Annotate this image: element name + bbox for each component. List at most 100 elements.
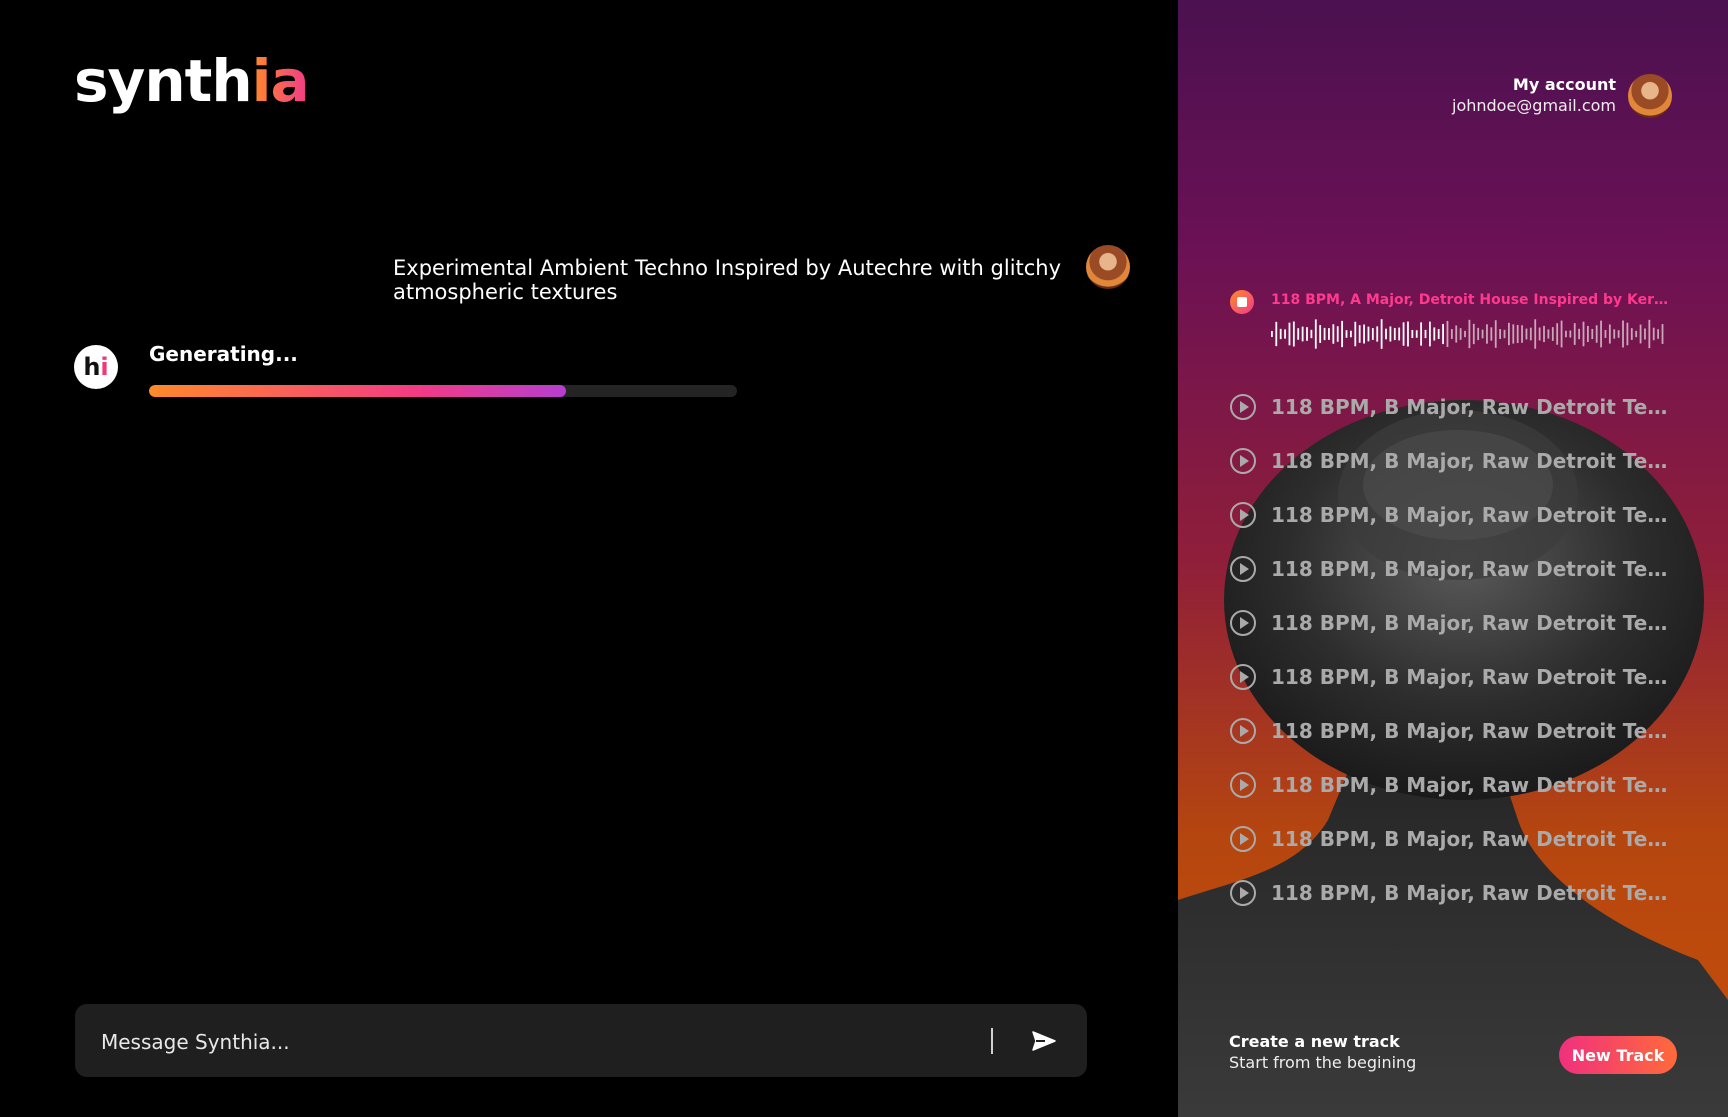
waveform-bar	[1635, 330, 1638, 338]
track-item[interactable]: 118 BPM, B Major, Raw Detroit Techno...	[1230, 596, 1680, 650]
waveform-bar	[1595, 325, 1598, 343]
waveform-bar	[1371, 328, 1374, 340]
new-track-button[interactable]: New Track	[1559, 1036, 1677, 1074]
play-icon[interactable]	[1230, 718, 1256, 744]
track-title: 118 BPM, B Major, Raw Detroit Techno...	[1271, 557, 1671, 581]
track-item[interactable]: 118 BPM, B Major, Raw Detroit Techno...	[1230, 866, 1680, 920]
logo-text-main: synth	[74, 47, 253, 115]
waveform-bar	[1415, 330, 1418, 338]
waveform-bar	[1587, 325, 1589, 343]
waveform-bar	[1516, 324, 1519, 344]
waveform-bar	[1525, 328, 1528, 340]
waveform-bar	[1486, 324, 1488, 344]
play-icon[interactable]	[1230, 664, 1256, 690]
track-title: 118 BPM, B Major, Raw Detroit Techno...	[1271, 881, 1671, 905]
track-title: 118 BPM, B Major, Raw Detroit Techno...	[1271, 719, 1671, 743]
bot-avatar-h: h	[83, 353, 101, 381]
waveform-bar	[1503, 329, 1506, 339]
waveform-bar	[1442, 323, 1444, 345]
send-button[interactable]	[1027, 1024, 1061, 1058]
track-item[interactable]: 118 BPM, B Major, Raw Detroit Techno...	[1230, 758, 1680, 812]
waveform[interactable]	[1271, 318, 1666, 350]
track-item[interactable]: 118 BPM, B Major, Raw Detroit Techno...	[1230, 812, 1680, 866]
track-title: 118 BPM, B Major, Raw Detroit Techno...	[1271, 395, 1671, 419]
logo-text-accent: ia	[251, 47, 310, 115]
message-composer	[75, 1004, 1087, 1079]
synthia-logo[interactable]: synthia	[74, 52, 310, 110]
waveform-bar	[1490, 327, 1493, 341]
track-item[interactable]: 118 BPM, B Major, Raw Detroit Techno...	[1230, 380, 1680, 434]
waveform-bar	[1472, 323, 1475, 345]
waveform-bar	[1556, 323, 1559, 345]
play-icon[interactable]	[1230, 772, 1256, 798]
track-item[interactable]: 118 BPM, B Major, Raw Detroit Techno...	[1230, 542, 1680, 596]
waveform-bar	[1639, 324, 1642, 344]
waveform-bar	[1569, 330, 1572, 338]
waveform-bar	[1398, 327, 1401, 341]
stop-button[interactable]	[1230, 290, 1254, 314]
waveform-bar	[1446, 320, 1449, 348]
track-title: 118 BPM, B Major, Raw Detroit Techno...	[1271, 503, 1671, 527]
waveform-bar	[1499, 329, 1502, 339]
create-track-prompt: Create a new track Start from the begini…	[1229, 1032, 1416, 1072]
waveform-bar	[1547, 329, 1550, 339]
waveform-bar	[1420, 322, 1423, 346]
waveform-bar	[1626, 322, 1629, 346]
track-sidebar: My account johndoe@gmail.com 118 BPM, A …	[1178, 0, 1728, 1117]
waveform-bar	[1521, 325, 1523, 343]
waveform-bar	[1389, 326, 1392, 342]
account-avatar[interactable]	[1628, 74, 1672, 118]
waveform-bar	[1600, 320, 1602, 348]
text-caret	[991, 1028, 993, 1054]
track-title: 118 BPM, B Major, Raw Detroit Techno...	[1271, 773, 1671, 797]
waveform-bar	[1494, 320, 1497, 348]
waveform-bar	[1407, 321, 1409, 347]
track-item[interactable]: 118 BPM, B Major, Raw Detroit Techno...	[1230, 488, 1680, 542]
play-icon[interactable]	[1230, 880, 1256, 906]
waveform-bar	[1543, 325, 1545, 343]
waveform-bar	[1310, 329, 1313, 339]
play-icon[interactable]	[1230, 826, 1256, 852]
waveform-bar	[1622, 320, 1624, 348]
waveform-bar	[1529, 327, 1532, 341]
user-avatar	[1086, 245, 1130, 289]
track-title: 118 BPM, B Major, Raw Detroit Techno...	[1271, 827, 1671, 851]
message-input[interactable]	[99, 1004, 1043, 1079]
play-icon[interactable]	[1230, 502, 1256, 528]
play-icon[interactable]	[1230, 394, 1256, 420]
waveform-bar	[1288, 322, 1291, 346]
progress-fill	[149, 385, 567, 397]
chat-area: synthia Experimental Ambient Techno Insp…	[0, 0, 1178, 1117]
waveform-bar	[1314, 319, 1317, 349]
waveform-bar	[1534, 319, 1537, 349]
waveform-bar	[1450, 329, 1453, 339]
waveform-bar	[1617, 330, 1620, 338]
account-info[interactable]: My account johndoe@gmail.com	[1452, 75, 1616, 115]
waveform-bar	[1345, 330, 1348, 338]
play-icon[interactable]	[1230, 448, 1256, 474]
waveform-bar	[1336, 326, 1339, 342]
waveform-bar	[1367, 326, 1370, 342]
play-icon[interactable]	[1230, 556, 1256, 582]
track-item[interactable]: 118 BPM, B Major, Raw Detroit Techno...	[1230, 434, 1680, 488]
create-track-title: Create a new track	[1229, 1032, 1400, 1051]
waveform-bar	[1433, 327, 1436, 341]
waveform-bar	[1301, 326, 1304, 342]
waveform-bar	[1376, 326, 1379, 342]
waveform-bar	[1477, 327, 1480, 341]
waveform-bar	[1604, 330, 1607, 338]
waveform-bar	[1591, 328, 1594, 340]
track-item[interactable]: 118 BPM, B Major, Raw Detroit Techno...	[1230, 650, 1680, 704]
track-item[interactable]: 118 BPM, B Major, Raw Detroit Techno...	[1230, 704, 1680, 758]
waveform-bar	[1424, 329, 1427, 339]
waveform-bar	[1565, 330, 1567, 338]
waveform-bar	[1508, 322, 1510, 346]
waveform-bar	[1411, 329, 1414, 339]
waveform-bar	[1608, 324, 1611, 344]
track-title: 118 BPM, B Major, Raw Detroit Techno...	[1271, 449, 1671, 473]
waveform-bar	[1292, 321, 1295, 347]
play-icon[interactable]	[1230, 610, 1256, 636]
waveform-bar	[1630, 328, 1633, 340]
waveform-bar	[1354, 321, 1357, 347]
waveform-bar	[1271, 331, 1273, 337]
